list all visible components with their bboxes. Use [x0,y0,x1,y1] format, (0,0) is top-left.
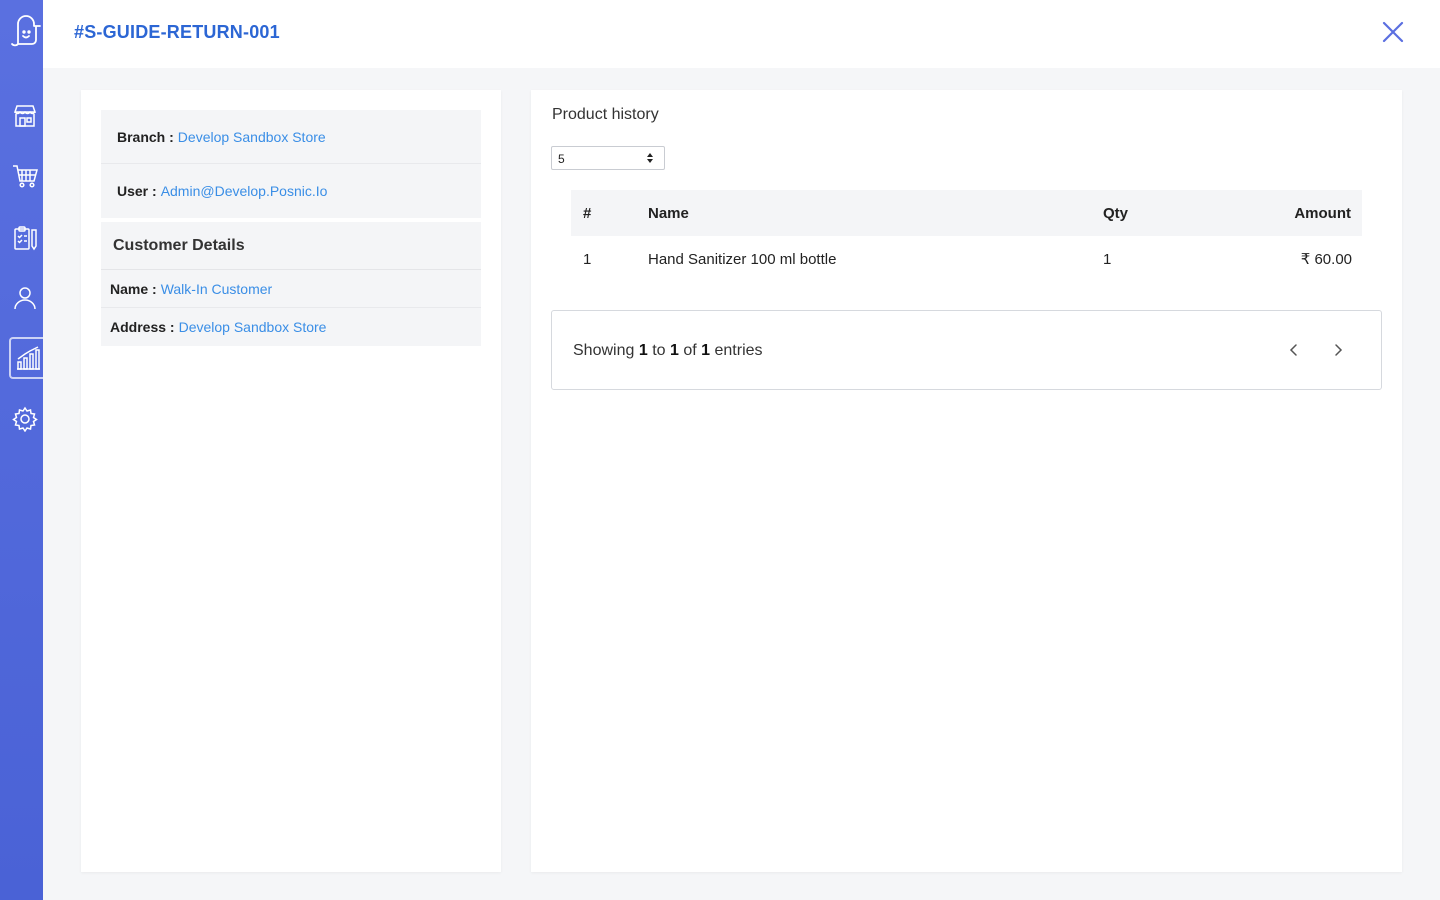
pagination-info: Showing 1 to 1 of 1 entries [573,342,763,360]
product-history-panel: Product history 5 # Name Qty Amount 1 Ha… [531,90,1402,872]
store-icon[interactable] [12,103,38,129]
logo-icon[interactable] [10,14,44,50]
column-header-num[interactable]: # [571,190,648,236]
row-amount: ₹ 60.00 [1300,251,1352,268]
chart-icon [17,346,40,370]
user-value[interactable]: Admin@Develop.Posnic.Io [161,183,328,199]
pagination-bar: Showing 1 to 1 of 1 entries [551,310,1382,390]
customer-address-label: Address : [110,319,175,335]
cart-icon[interactable] [12,163,38,189]
showing-to: 1 [669,342,679,359]
customer-name-label: Name : [110,280,157,297]
showing-label: Showing [573,342,635,359]
page-size-value: 5 [558,152,565,166]
branch-value[interactable]: Develop Sandbox Store [178,129,326,145]
customer-address-value[interactable]: Develop Sandbox Store [179,319,327,335]
sidebar-item-reports[interactable] [9,337,43,379]
column-header-name[interactable]: Name [648,190,1103,236]
row-qty: 1 [1103,250,1112,268]
select-arrows-icon [647,153,653,163]
details-panel: Branch : Develop Sandbox Store User : Ad… [81,90,501,872]
info-block: Branch : Develop Sandbox Store User : Ad… [101,110,481,218]
showing-total: 1 [701,342,711,359]
sidebar [0,0,43,900]
column-header-qty[interactable]: Qty [1103,190,1233,236]
table-row: 1 Hand Sanitizer 100 ml bottle 1 ₹ 60.00 [571,236,1362,282]
user-icon[interactable] [12,285,38,311]
customer-name-row: Name : Walk-In Customer [101,270,481,308]
showing-to-label: to [652,342,666,359]
showing-entries-label: entries [714,342,763,359]
showing-from: 1 [638,342,648,359]
gear-icon[interactable] [12,406,38,432]
page-size-select[interactable]: 5 [551,146,665,170]
customer-name-value[interactable]: Walk-In Customer [161,281,273,297]
clipboard-icon[interactable] [12,225,38,251]
showing-of-label: of [683,342,697,359]
user-row: User : Admin@Develop.Posnic.Io [101,164,481,218]
header-bar: #S-GUIDE-RETURN-001 [43,0,1440,68]
row-num: 1 [583,250,592,268]
page-title: #S-GUIDE-RETURN-001 [74,22,280,42]
user-label: User : [117,183,157,199]
row-name: Hand Sanitizer 100 ml bottle [648,250,837,268]
product-history-table: # Name Qty Amount 1 Hand Sanitizer 100 m… [571,190,1362,282]
branch-row: Branch : Develop Sandbox Store [101,110,481,164]
customer-details-heading: Customer Details [101,222,481,270]
branch-label: Branch : [117,128,174,145]
chevron-right-icon[interactable] [1329,341,1347,359]
product-history-title: Product history [552,106,659,123]
customer-address-row: Address : Develop Sandbox Store [101,308,481,346]
customer-details: Customer Details Name : Walk-In Customer… [101,222,481,346]
chevron-left-icon[interactable] [1285,341,1303,359]
table-header-row: # Name Qty Amount [571,190,1362,236]
close-icon[interactable] [1381,20,1405,44]
column-header-amount[interactable]: Amount [1233,190,1362,236]
